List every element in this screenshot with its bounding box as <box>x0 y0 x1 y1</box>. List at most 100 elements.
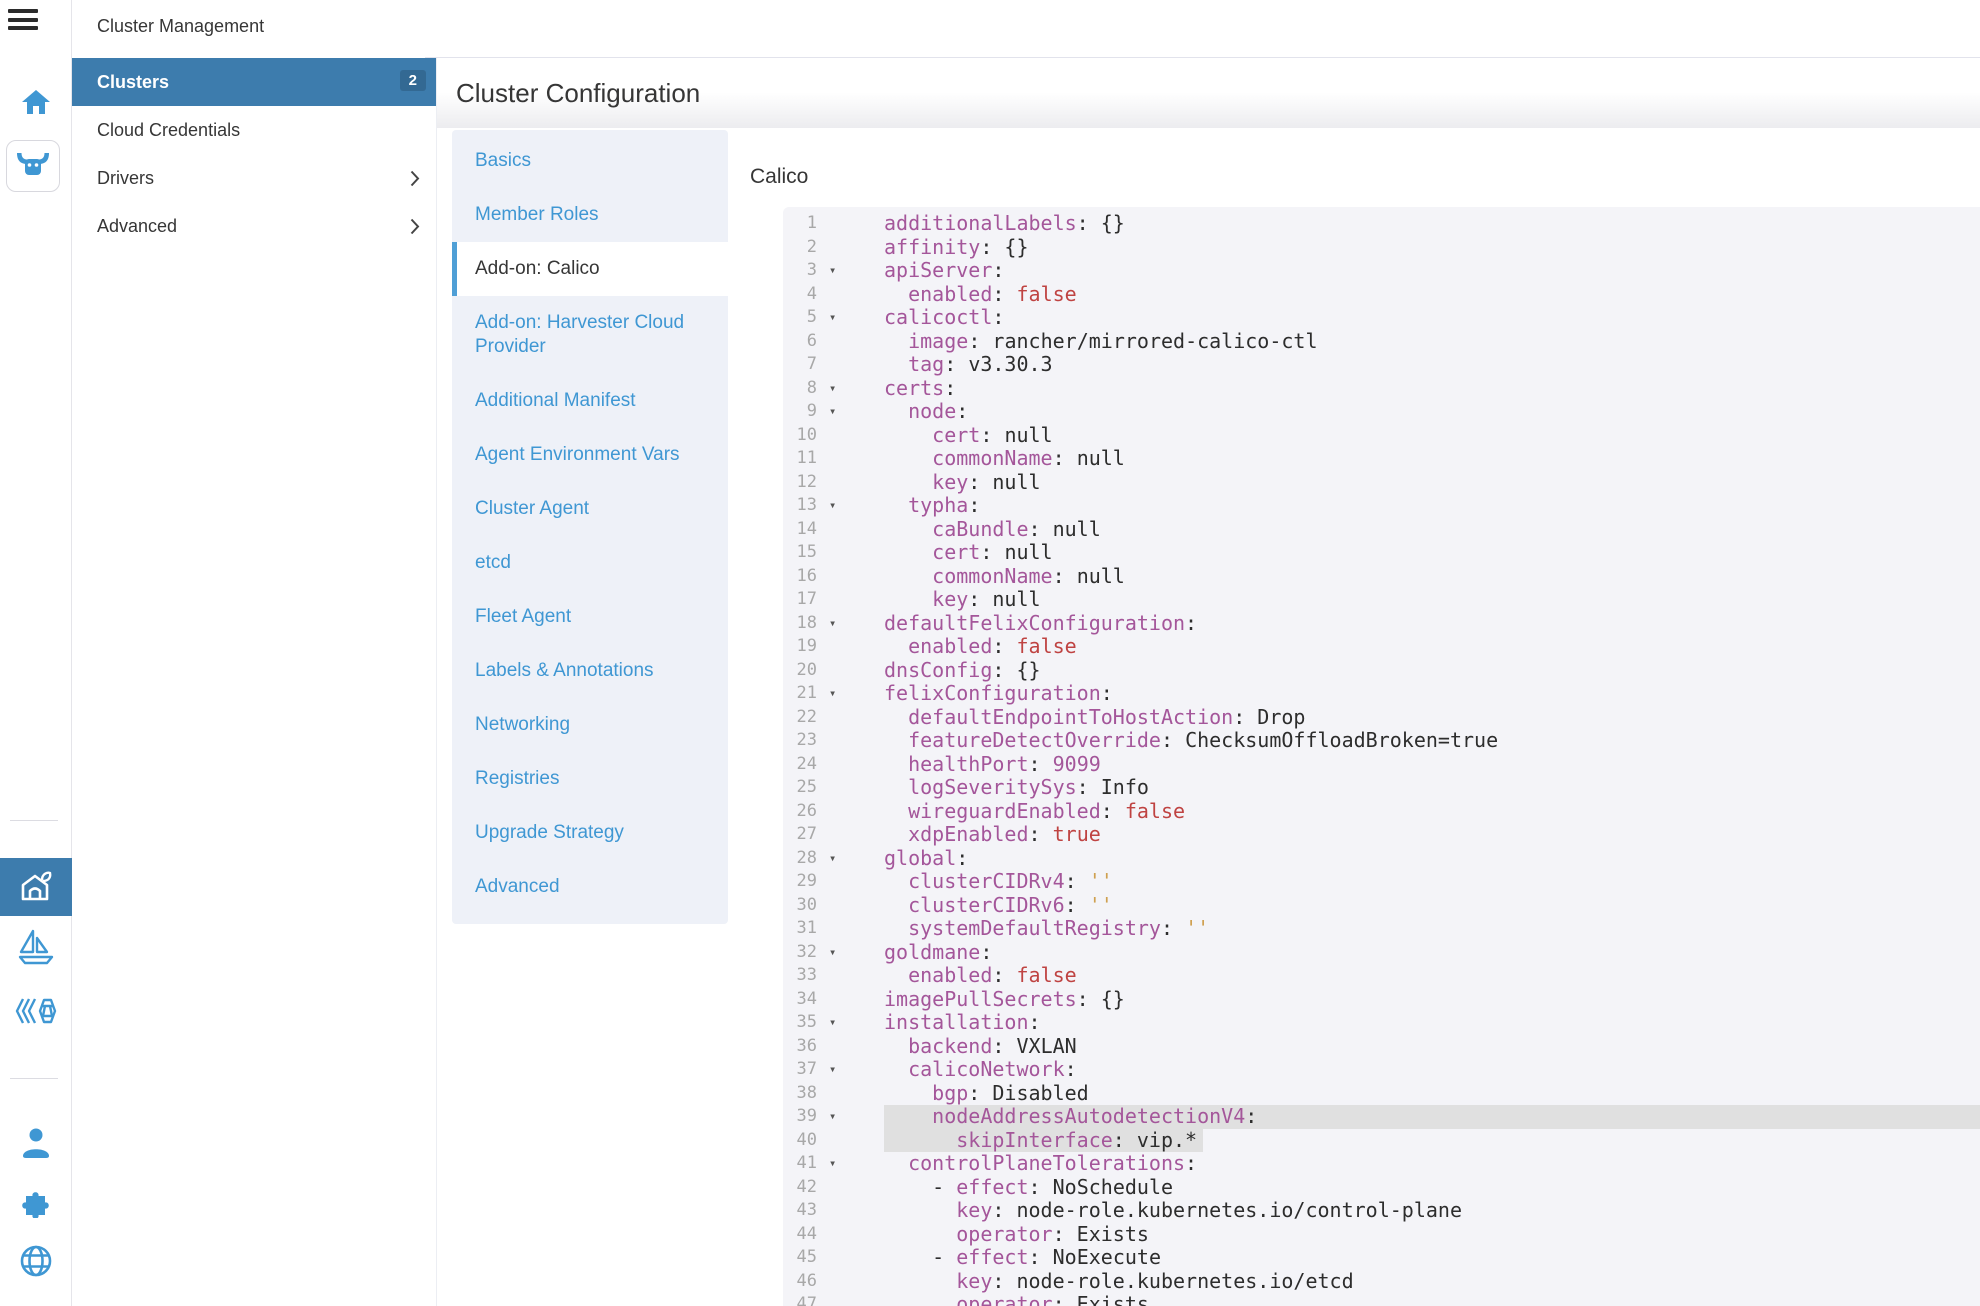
code-line-21[interactable]: 21▾felixConfiguration: <box>783 682 1980 706</box>
tab-additional-manifest[interactable]: Additional Manifest <box>452 374 728 428</box>
harvester-icon[interactable] <box>0 858 72 916</box>
code-line-28[interactable]: 28▾global: <box>783 847 1980 871</box>
tab-advanced[interactable]: Advanced <box>452 860 728 914</box>
line-number: 20 <box>789 659 817 683</box>
code-line-19[interactable]: 19 enabled: false <box>783 635 1980 659</box>
fleet-sailboat-icon[interactable] <box>0 928 72 968</box>
code-line-18[interactable]: 18▾defaultFelixConfiguration: <box>783 612 1980 636</box>
code-line-8[interactable]: 8▾certs: <box>783 377 1980 401</box>
code-line-39[interactable]: 39▾ nodeAddressAutodetectionV4: <box>783 1105 1980 1129</box>
sidebar-item-clusters[interactable]: Clusters2 <box>72 58 436 106</box>
tab-add-on-harvester-cloud-provider[interactable]: Add-on: Harvester Cloud Provider <box>452 296 728 374</box>
fold-arrow-icon[interactable]: ▾ <box>829 1105 845 1129</box>
fold-gutter <box>829 1082 845 1106</box>
tab-networking[interactable]: Networking <box>452 698 728 752</box>
code-line-13[interactable]: 13▾ typha: <box>783 494 1980 518</box>
code-line-40[interactable]: 40 skipInterface: vip.* <box>783 1129 1980 1153</box>
rancher-cluster-management-window: Cluster Management Clusters2Cloud Creden… <box>0 0 1980 1306</box>
code-text: typha: <box>884 494 1980 518</box>
code-line-27[interactable]: 27 xdpEnabled: true <box>783 823 1980 847</box>
sidebar-item-advanced[interactable]: Advanced <box>72 202 436 250</box>
fold-arrow-icon[interactable]: ▾ <box>829 1152 845 1176</box>
tab-upgrade-strategy[interactable]: Upgrade Strategy <box>452 806 728 860</box>
fold-arrow-icon[interactable]: ▾ <box>829 682 845 706</box>
tab-labels-annotations[interactable]: Labels & Annotations <box>452 644 728 698</box>
code-line-11[interactable]: 11 commonName: null <box>783 447 1980 471</box>
fold-arrow-icon[interactable]: ▾ <box>829 1058 845 1082</box>
code-line-6[interactable]: 6 image: rancher/mirrored-calico-ctl <box>783 330 1980 354</box>
code-text: systemDefaultRegistry: '' <box>884 917 1980 941</box>
code-line-35[interactable]: 35▾installation: <box>783 1011 1980 1035</box>
fold-arrow-icon[interactable]: ▾ <box>829 1011 845 1035</box>
sidebar-item-cloud-credentials[interactable]: Cloud Credentials <box>72 106 436 154</box>
fold-arrow-icon[interactable]: ▾ <box>829 847 845 871</box>
fold-arrow-icon[interactable]: ▾ <box>829 377 845 401</box>
tab-fleet-agent[interactable]: Fleet Agent <box>452 590 728 644</box>
tab-add-on-calico[interactable]: Add-on: Calico <box>452 242 728 296</box>
line-number: 14 <box>789 518 817 542</box>
code-line-15[interactable]: 15 cert: null <box>783 541 1980 565</box>
code-line-24[interactable]: 24 healthPort: 9099 <box>783 753 1980 777</box>
user-icon[interactable] <box>0 1126 72 1160</box>
fold-arrow-icon[interactable]: ▾ <box>829 259 845 283</box>
cluster-count-badge: 2 <box>400 70 426 91</box>
code-line-20[interactable]: 20dnsConfig: {} <box>783 659 1980 683</box>
rke-wheel-icon[interactable] <box>0 996 72 1026</box>
code-line-37[interactable]: 37▾ calicoNetwork: <box>783 1058 1980 1082</box>
sidebar-item-drivers[interactable]: Drivers <box>72 154 436 202</box>
code-line-32[interactable]: 32▾goldmane: <box>783 941 1980 965</box>
code-line-38[interactable]: 38 bgp: Disabled <box>783 1082 1980 1106</box>
menu-icon[interactable] <box>8 9 40 32</box>
code-line-25[interactable]: 25 logSeveritySys: Info <box>783 776 1980 800</box>
code-line-4[interactable]: 4 enabled: false <box>783 283 1980 307</box>
code-line-29[interactable]: 29 clusterCIDRv4: '' <box>783 870 1980 894</box>
code-line-17[interactable]: 17 key: null <box>783 588 1980 612</box>
fold-arrow-icon[interactable]: ▾ <box>829 400 845 424</box>
code-line-9[interactable]: 9▾ node: <box>783 400 1980 424</box>
code-line-12[interactable]: 12 key: null <box>783 471 1980 495</box>
code-line-42[interactable]: 42 - effect: NoSchedule <box>783 1176 1980 1200</box>
yaml-editor[interactable]: 1additionalLabels: {}2affinity: {}3▾apiS… <box>783 207 1980 1306</box>
line-number: 19 <box>789 635 817 659</box>
tab-member-roles[interactable]: Member Roles <box>452 188 728 242</box>
line-number: 42 <box>789 1176 817 1200</box>
home-icon[interactable] <box>0 86 72 118</box>
code-text: key: null <box>884 588 1980 612</box>
code-line-33[interactable]: 33 enabled: false <box>783 964 1980 988</box>
rancher-steer-icon[interactable] <box>6 140 60 192</box>
code-line-2[interactable]: 2affinity: {} <box>783 236 1980 260</box>
tab-basics[interactable]: Basics <box>452 134 728 188</box>
fold-arrow-icon[interactable]: ▾ <box>829 612 845 636</box>
fold-arrow-icon[interactable]: ▾ <box>829 494 845 518</box>
tab-registries[interactable]: Registries <box>452 752 728 806</box>
code-line-14[interactable]: 14 caBundle: null <box>783 518 1980 542</box>
fold-arrow-icon[interactable]: ▾ <box>829 941 845 965</box>
code-line-1[interactable]: 1additionalLabels: {} <box>783 212 1980 236</box>
fold-arrow-icon[interactable]: ▾ <box>829 306 845 330</box>
tab-agent-environment-vars[interactable]: Agent Environment Vars <box>452 428 728 482</box>
code-line-30[interactable]: 30 clusterCIDRv6: '' <box>783 894 1980 918</box>
code-line-34[interactable]: 34imagePullSecrets: {} <box>783 988 1980 1012</box>
code-line-10[interactable]: 10 cert: null <box>783 424 1980 448</box>
extensions-puzzle-icon[interactable] <box>0 1182 72 1218</box>
line-number: 5 <box>789 306 817 330</box>
code-line-47[interactable]: 47 operator: Exists <box>783 1293 1980 1306</box>
code-line-22[interactable]: 22 defaultEndpointToHostAction: Drop <box>783 706 1980 730</box>
code-line-23[interactable]: 23 featureDetectOverride: ChecksumOffloa… <box>783 729 1980 753</box>
line-number: 6 <box>789 330 817 354</box>
code-line-45[interactable]: 45 - effect: NoExecute <box>783 1246 1980 1270</box>
code-line-7[interactable]: 7 tag: v3.30.3 <box>783 353 1980 377</box>
code-line-26[interactable]: 26 wireguardEnabled: false <box>783 800 1980 824</box>
code-line-36[interactable]: 36 backend: VXLAN <box>783 1035 1980 1059</box>
tab-etcd[interactable]: etcd <box>452 536 728 590</box>
code-line-41[interactable]: 41▾ controlPlaneTolerations: <box>783 1152 1980 1176</box>
code-line-44[interactable]: 44 operator: Exists <box>783 1223 1980 1247</box>
globe-icon[interactable] <box>0 1243 72 1279</box>
tab-cluster-agent[interactable]: Cluster Agent <box>452 482 728 536</box>
code-line-5[interactable]: 5▾calicoctl: <box>783 306 1980 330</box>
code-line-3[interactable]: 3▾apiServer: <box>783 259 1980 283</box>
code-line-16[interactable]: 16 commonName: null <box>783 565 1980 589</box>
code-line-31[interactable]: 31 systemDefaultRegistry: '' <box>783 917 1980 941</box>
code-line-43[interactable]: 43 key: node-role.kubernetes.io/control-… <box>783 1199 1980 1223</box>
code-line-46[interactable]: 46 key: node-role.kubernetes.io/etcd <box>783 1270 1980 1294</box>
